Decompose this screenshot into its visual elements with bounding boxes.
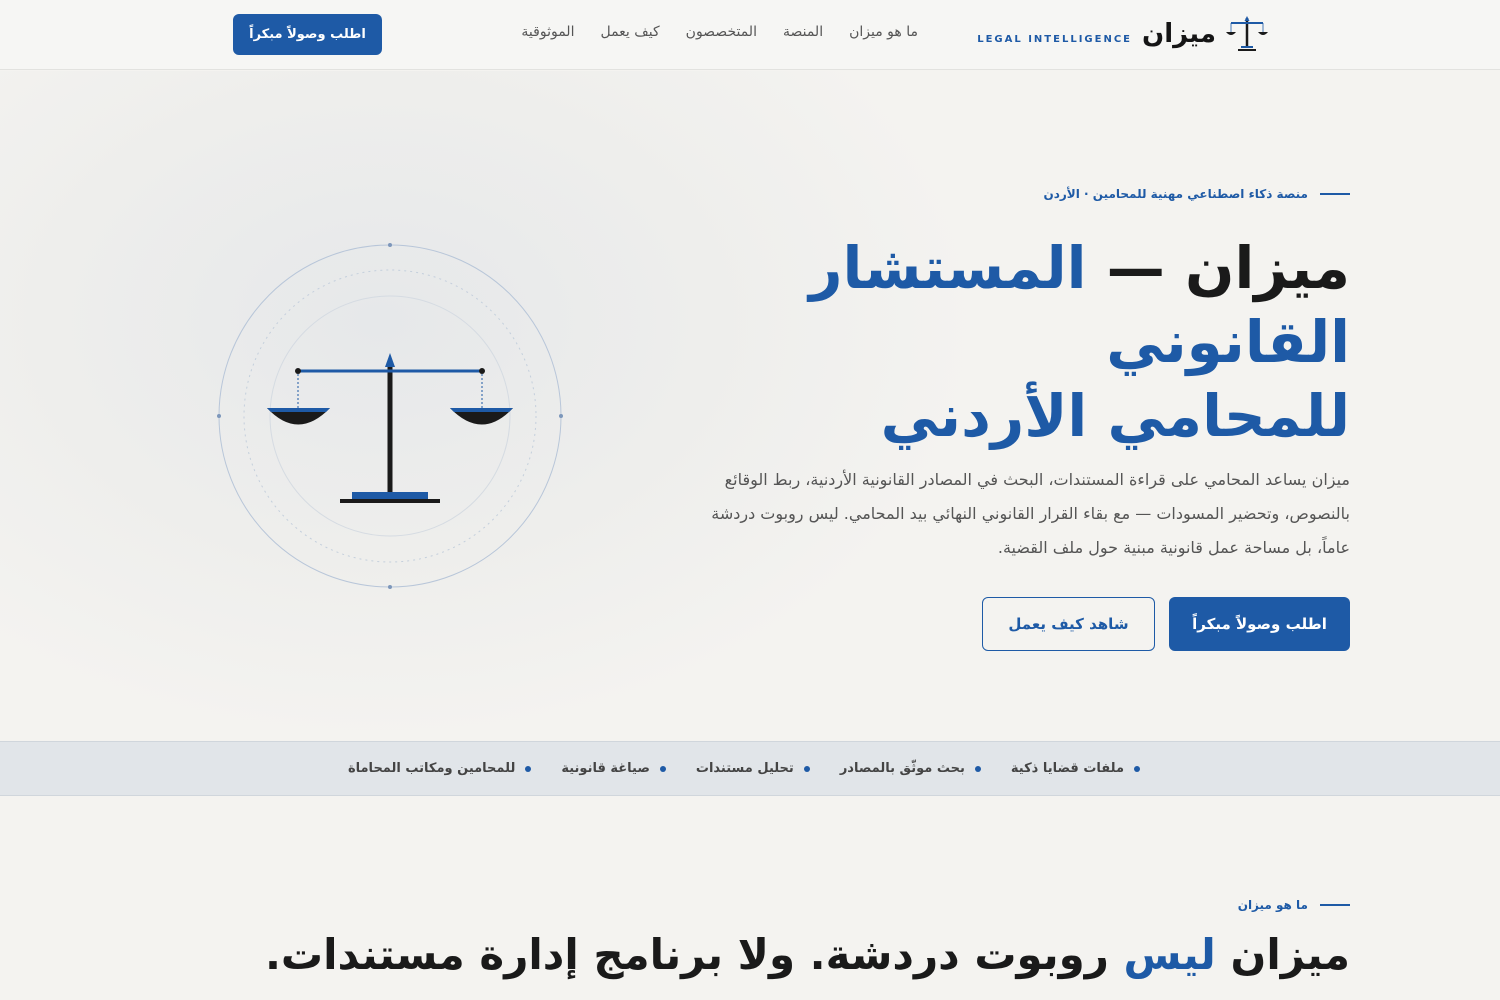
main-nav: ما هو ميزان المنصة المتخصصون كيف يعمل ال… [521,24,918,40]
bullet-dot-icon [1134,765,1140,772]
about-eyebrow-text: ما هو ميزان [1237,898,1308,912]
hero-title-line3: للمحامي الأردني [880,382,1350,450]
bullet-dot-icon [803,765,810,772]
hero-early-access-button[interactable]: اطلب وصولاً مبكراً [1169,597,1350,651]
about-title: ميزان ليس روبوت دردشة. ولا برنامج إدارة … [264,930,1350,979]
nav-item-platform[interactable]: المنصة [783,24,823,40]
hero-title-brand: ميزان — [1086,234,1350,302]
eyebrow-line [1320,904,1350,906]
header-early-access-button[interactable]: اطلب وصولاً مبكراً [233,14,382,55]
nav-item-what-is-mizan[interactable]: ما هو ميزان [849,24,918,40]
hero-eyebrow: منصة ذكاء اصطناعي مهنية للمحامين · الأرد… [1043,187,1350,201]
feature-item: ملفات قضايا ذكية [1011,761,1140,776]
hero-how-it-works-button[interactable]: شاهد كيف يعمل [982,597,1155,651]
feature-item: تحليل مستندات [696,761,810,776]
eyebrow-line [1320,193,1350,195]
bullet-dot-icon [974,765,981,772]
hero-title: ميزان — المستشار القانوني للمحامي الأردن… [730,231,1350,453]
logo-tagline: LEGAL INTELLIGENCE [977,33,1132,45]
site-header: ميزان LEGAL INTELLIGENCE ما هو ميزان الم… [0,0,1500,70]
feature-item: صياغة قانونية [561,761,666,776]
feature-item: للمحامين ومكاتب المحاماة [348,761,532,776]
scales-of-justice-icon [217,243,563,589]
logo[interactable]: ميزان LEGAL INTELLIGENCE [977,14,1268,54]
logo-name: ميزان [1142,19,1216,49]
nav-item-specialists[interactable]: المتخصصون [686,24,757,40]
hero-actions: اطلب وصولاً مبكراً شاهد كيف يعمل [982,597,1350,651]
about-title-highlight: ليس [1123,930,1216,979]
hero-eyebrow-text: منصة ذكاء اصطناعي مهنية للمحامين · الأرد… [1043,187,1309,201]
hero-section: منصة ذكاء اصطناعي مهنية للمحامين · الأرد… [0,71,1500,741]
nav-item-how-it-works[interactable]: كيف يعمل [600,24,659,40]
feature-item: بحث موثّق بالمصادر [840,761,981,776]
hero-description: ميزان يساعد المحامي على قراءة المستندات،… [711,470,1350,557]
features-strip: ملفات قضايا ذكية بحث موثّق بالمصادر تحلي… [0,741,1500,796]
nav-item-reliability[interactable]: الموثوقية [521,24,574,40]
about-eyebrow: ما هو ميزان [1238,898,1350,912]
features-list: ملفات قضايا ذكية بحث موثّق بالمصادر تحلي… [348,761,1140,776]
scales-logo-icon [1226,16,1268,51]
bullet-dot-icon [659,765,666,772]
bullet-dot-icon [525,765,532,772]
